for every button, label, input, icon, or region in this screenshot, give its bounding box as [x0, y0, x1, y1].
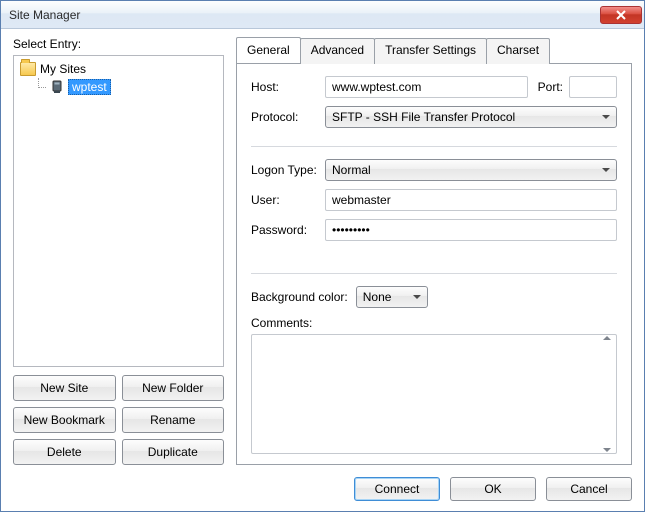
right-column: General Advanced Transfer Settings Chars…	[236, 37, 632, 465]
chevron-down-icon	[602, 115, 610, 119]
tree-site-label: wptest	[68, 79, 111, 95]
host-label: Host:	[251, 80, 325, 94]
comments-area: Comments:	[251, 316, 617, 454]
password-label: Password:	[251, 223, 325, 237]
port-label: Port:	[538, 80, 563, 94]
tab-panel-general: Host: Port: Protocol: SFTP - SSH File Tr…	[236, 63, 632, 465]
protocol-label: Protocol:	[251, 110, 325, 124]
new-bookmark-button[interactable]: New Bookmark	[13, 407, 116, 433]
tab-advanced[interactable]: Advanced	[300, 38, 375, 64]
server-icon	[50, 80, 64, 94]
close-button[interactable]	[600, 6, 642, 24]
tab-general[interactable]: General	[236, 37, 301, 63]
user-input[interactable]	[325, 189, 617, 211]
logon-type-label: Logon Type:	[251, 163, 325, 177]
logon-row: Logon Type: Normal	[251, 159, 617, 181]
tree-site-item[interactable]: wptest	[16, 78, 221, 96]
site-buttons: New Site New Folder New Bookmark Rename …	[13, 375, 224, 465]
tree-root-label: My Sites	[40, 62, 86, 76]
comments-textarea[interactable]	[251, 334, 617, 454]
select-entry-label: Select Entry:	[13, 37, 224, 51]
protocol-row: Protocol: SFTP - SSH File Transfer Proto…	[251, 106, 617, 128]
bgcolor-row: Background color: None	[251, 286, 617, 308]
logon-type-select[interactable]: Normal	[325, 159, 617, 181]
caret-up-icon	[603, 336, 611, 340]
separator	[251, 273, 617, 274]
host-row: Host: Port:	[251, 76, 617, 98]
password-input[interactable]	[325, 219, 617, 241]
dialog-footer: Connect OK Cancel	[13, 477, 632, 501]
comments-label: Comments:	[251, 316, 617, 330]
tab-charset[interactable]: Charset	[486, 38, 550, 64]
title-bar: Site Manager	[1, 1, 644, 29]
separator	[251, 146, 617, 147]
dialog-content: Select Entry: My Sites wptest New Site N…	[1, 29, 644, 511]
logon-type-value: Normal	[332, 163, 371, 177]
tab-transfer-settings[interactable]: Transfer Settings	[374, 38, 487, 64]
upper-area: Select Entry: My Sites wptest New Site N…	[13, 37, 632, 465]
left-column: Select Entry: My Sites wptest New Site N…	[13, 37, 224, 465]
user-label: User:	[251, 193, 325, 207]
duplicate-button[interactable]: Duplicate	[122, 439, 225, 465]
new-site-button[interactable]: New Site	[13, 375, 116, 401]
tab-strip: General Advanced Transfer Settings Chars…	[236, 37, 632, 63]
tree-connector	[34, 78, 46, 96]
bgcolor-value: None	[363, 290, 392, 304]
connect-button[interactable]: Connect	[354, 477, 440, 501]
new-folder-button[interactable]: New Folder	[122, 375, 225, 401]
cancel-button[interactable]: Cancel	[546, 477, 632, 501]
chevron-down-icon	[413, 295, 421, 299]
protocol-value: SFTP - SSH File Transfer Protocol	[332, 110, 515, 124]
password-row: Password:	[251, 219, 617, 241]
host-input[interactable]	[325, 76, 528, 98]
scroll-down-button[interactable]	[599, 448, 615, 452]
tree-root[interactable]: My Sites	[16, 60, 221, 78]
ok-button[interactable]: OK	[450, 477, 536, 501]
rename-button[interactable]: Rename	[122, 407, 225, 433]
delete-button[interactable]: Delete	[13, 439, 116, 465]
close-icon	[616, 10, 626, 20]
window-title: Site Manager	[9, 8, 600, 22]
port-input[interactable]	[569, 76, 617, 98]
site-tree[interactable]: My Sites wptest	[13, 55, 224, 367]
protocol-select[interactable]: SFTP - SSH File Transfer Protocol	[325, 106, 617, 128]
bgcolor-label: Background color:	[251, 290, 348, 304]
bgcolor-select[interactable]: None	[356, 286, 428, 308]
folder-icon	[20, 62, 36, 76]
user-row: User:	[251, 189, 617, 211]
scroll-up-button[interactable]	[599, 336, 615, 340]
caret-down-icon	[603, 448, 611, 452]
chevron-down-icon	[602, 168, 610, 172]
